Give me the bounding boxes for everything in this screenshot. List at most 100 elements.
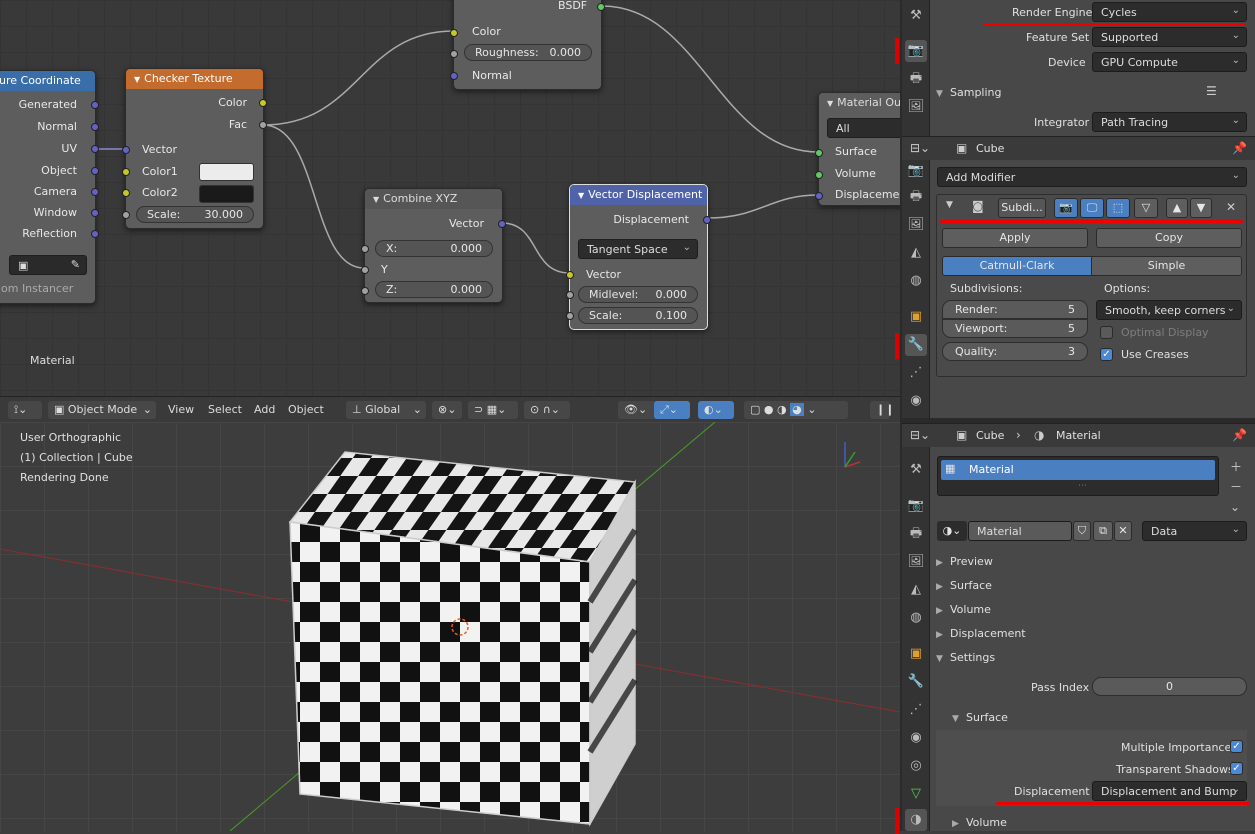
vector-displacement-node[interactable]: ▼ Vector Displacement Displacement Tangen… (566, 184, 711, 330)
socket[interactable] (566, 271, 574, 279)
preview-section[interactable]: ▶ Preview (936, 555, 993, 568)
socket[interactable] (91, 188, 99, 196)
physics-icon[interactable]: ◉ (905, 727, 927, 749)
constraints-icon[interactable]: ◎ (905, 755, 927, 777)
camera-icon[interactable]: 📷 (1054, 198, 1078, 218)
physics-icon[interactable]: ◉ (905, 390, 927, 412)
optimal-display-checkbox[interactable] (1100, 326, 1113, 339)
volume-subsection[interactable]: ▶ Volume (952, 816, 1007, 829)
menu-add[interactable]: Add (248, 401, 281, 419)
list-icon[interactable]: ☰ (1206, 84, 1217, 98)
socket[interactable] (259, 121, 267, 129)
move-up-icon[interactable]: ▲ (1166, 198, 1188, 218)
particles-icon[interactable]: ⋰ (905, 362, 927, 384)
editor-type-icon[interactable]: ⊟⌄ (910, 428, 930, 442)
socket[interactable] (91, 230, 99, 238)
render-engine-dropdown[interactable]: Cycles ⌄ (1092, 2, 1247, 22)
render-levels-field[interactable]: Render: 5 (942, 300, 1088, 319)
output-icon[interactable]: 🖶 (905, 68, 927, 90)
remove-slot-icon[interactable]: － (1230, 478, 1242, 495)
data-icon[interactable]: ▽ (905, 783, 927, 805)
collapse-icon[interactable]: ▼ (946, 200, 953, 210)
unlink-icon[interactable]: ✕ (1114, 521, 1132, 541)
socket[interactable] (91, 101, 99, 109)
apply-button[interactable]: Apply (942, 228, 1088, 248)
pause-icon[interactable]: ❙❙ (870, 401, 894, 419)
material-name-field[interactable]: Material (968, 521, 1072, 541)
world-icon[interactable]: ◍ (905, 607, 927, 629)
material-output-node[interactable]: ▼ Material Ou All Surface Volume Displace… (815, 92, 900, 206)
checker-texture-node[interactable]: ▼ Checker Texture Color Fac Vector Color1… (122, 68, 267, 229)
chevron-down-icon[interactable]: ⌄ (1230, 500, 1240, 514)
feature-set-dropdown[interactable]: Supported ⌄ (1092, 27, 1247, 47)
sampling-section[interactable]: ▼ Sampling (936, 86, 1002, 99)
simple-button[interactable]: Simple (1091, 256, 1242, 276)
socket[interactable] (703, 216, 711, 224)
multiple-importance-checkbox[interactable]: ✓ (1230, 740, 1243, 753)
scale-field[interactable]: Scale: 0.100 (578, 307, 698, 324)
close-icon[interactable]: ✕ (1226, 200, 1236, 214)
socket[interactable] (122, 146, 130, 154)
socket[interactable] (597, 3, 605, 11)
transparent-shadows-checkbox[interactable]: ✓ (1230, 762, 1243, 775)
socket[interactable] (361, 287, 369, 295)
material-icon[interactable]: ◑ (905, 809, 927, 831)
scene-icon[interactable]: ◭ (905, 579, 927, 601)
socket[interactable] (91, 167, 99, 175)
socket[interactable] (91, 145, 99, 153)
render-icon[interactable]: 📷 (905, 160, 927, 182)
fake-user-icon[interactable]: ⛉ (1073, 521, 1091, 541)
combine-xyz-node[interactable]: ▼ Combine XYZ Vector X: 0.000 Y Z: 0.000 (361, 188, 506, 303)
monitor-icon[interactable]: 🖵 (1080, 198, 1104, 218)
view-layer-icon[interactable]: 🖼 (905, 214, 927, 236)
volume-section[interactable]: ▶ Volume (936, 603, 991, 616)
socket[interactable] (815, 149, 823, 157)
displacement-method-dropdown[interactable]: Displacement and Bump ⌄ (1092, 781, 1247, 801)
editor-type-icon[interactable]: ⊟⌄ (910, 141, 930, 155)
socket[interactable] (450, 50, 458, 58)
mode-dropdown[interactable]: ▣ Object Mode ⌄ (48, 401, 156, 419)
object-picker[interactable]: ▣ ✎ (9, 255, 87, 275)
menu-object[interactable]: Object (282, 401, 330, 419)
target-dropdown[interactable]: All (827, 118, 900, 138)
socket[interactable] (91, 123, 99, 131)
z-field[interactable]: Z: 0.000 (375, 281, 493, 298)
editor-type-button[interactable]: ⟟⌄ (8, 401, 42, 419)
snap-icon[interactable]: ⊃ ▦⌄ (468, 401, 518, 419)
integrator-dropdown[interactable]: Path Tracing ⌄ (1092, 112, 1247, 132)
material-slot-list[interactable]: ▦ Material ⋯ (937, 456, 1219, 496)
pass-index-field[interactable]: 0 (1092, 677, 1247, 696)
pivot-icon[interactable]: ⊗⌄ (432, 401, 462, 419)
displacement-section[interactable]: ▶ Displacement (936, 627, 1026, 640)
particles-icon[interactable]: ⋰ (905, 699, 927, 721)
output-icon[interactable]: 🖶 (905, 186, 927, 208)
midlevel-field[interactable]: Midlevel: 0.000 (578, 286, 698, 303)
link-dropdown[interactable]: Data ⌄ (1142, 521, 1247, 541)
socket[interactable] (815, 171, 823, 179)
duplicate-icon[interactable]: ⧉ (1093, 521, 1113, 541)
menu-view[interactable]: View (162, 401, 200, 419)
menu-select[interactable]: Select (202, 401, 248, 419)
wrench-icon[interactable]: 🔧 (905, 334, 927, 356)
bsdf-node[interactable]: BSDF Color Roughness: 0.000 Normal (450, 0, 605, 90)
pin-icon[interactable]: 📌 (1232, 141, 1247, 155)
socket[interactable] (259, 99, 267, 107)
gizmo-icon[interactable]: ⤢⌄ (654, 401, 690, 419)
socket[interactable] (122, 189, 130, 197)
color1-swatch[interactable] (199, 163, 254, 181)
proportional-icon[interactable]: ⊙ ∩⌄ (524, 401, 570, 419)
render-icon[interactable]: 📷 (905, 40, 927, 62)
socket[interactable] (91, 209, 99, 217)
object-props-icon[interactable]: ▣ (905, 643, 927, 665)
3d-viewport[interactable]: User Orthographic (1) Collection | Cube … (0, 422, 900, 831)
socket[interactable] (450, 72, 458, 80)
modifier-name-field[interactable]: Subdi... (998, 198, 1046, 218)
surface-section[interactable]: ▶ Surface (936, 579, 992, 592)
socket[interactable] (566, 312, 574, 320)
collapse-icon[interactable]: ▼ (134, 75, 140, 84)
collapse-icon[interactable]: ▼ (373, 195, 379, 204)
space-dropdown[interactable]: Tangent Space ⌄ (578, 239, 698, 259)
collapse-icon[interactable]: ▼ (827, 99, 833, 108)
texture-coordinate-node[interactable]: ure Coordinate Generated Normal UV Objec… (0, 70, 99, 304)
rendered-shading-icon[interactable]: ◕ (790, 403, 804, 416)
